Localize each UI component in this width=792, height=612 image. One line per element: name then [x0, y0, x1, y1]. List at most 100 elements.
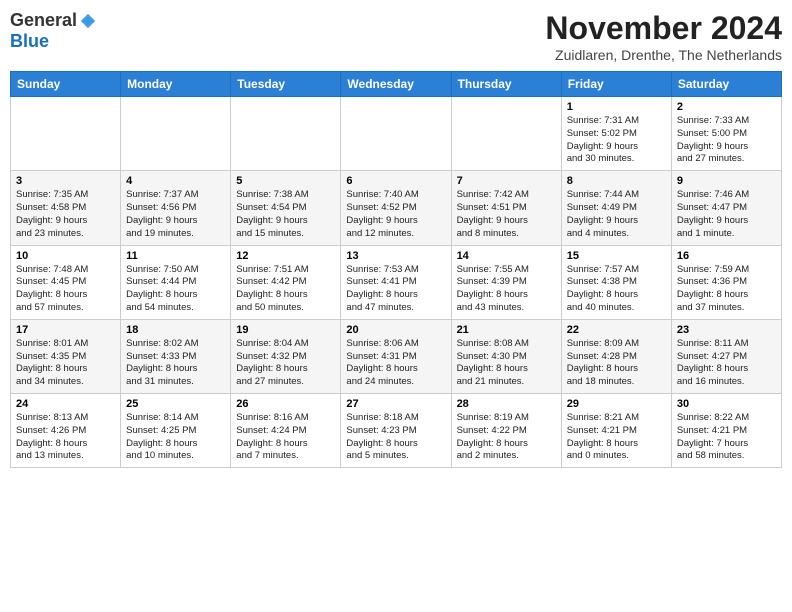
- day-number: 24: [16, 398, 115, 410]
- day-info: Sunrise: 8:14 AM Sunset: 4:25 PM Dayligh…: [126, 412, 225, 463]
- day-number: 11: [126, 250, 225, 262]
- calendar-cell: [11, 97, 121, 171]
- day-info: Sunrise: 7:42 AM Sunset: 4:51 PM Dayligh…: [457, 189, 556, 240]
- calendar-cell: 11 Sunrise: 7:50 AM Sunset: 4:44 PM Dayli…: [121, 245, 231, 319]
- calendar-cell: 27Sunrise: 8:18 AM Sunset: 4:23 PM Dayli…: [341, 394, 451, 468]
- col-header-saturday: Saturday: [671, 72, 781, 97]
- day-info: Sunrise: 7:53 AM Sunset: 4:41 PM Dayligh…: [346, 264, 445, 315]
- day-number: 1: [567, 101, 666, 113]
- day-info: Sunrise: 8:18 AM Sunset: 4:23 PM Dayligh…: [346, 412, 445, 463]
- day-number: 15: [567, 250, 666, 262]
- day-info: Sunrise: 7:50 AM Sunset: 4:44 PM Dayligh…: [126, 264, 225, 315]
- calendar-cell: 17 Sunrise: 8:01 AM Sunset: 4:35 PM Dayli…: [11, 319, 121, 393]
- day-info: Sunrise: 7:46 AM Sunset: 4:47 PM Dayligh…: [677, 189, 776, 240]
- day-info: Sunrise: 8:13 AM Sunset: 4:26 PM Dayligh…: [16, 412, 115, 463]
- week-row-2: 3Sunrise: 7:35 AM Sunset: 4:58 PM Daylig…: [11, 171, 782, 245]
- day-info: Sunrise: 7:33 AM Sunset: 5:00 PM Dayligh…: [677, 115, 776, 166]
- day-info: Sunrise: 7:38 AM Sunset: 4:54 PM Dayligh…: [236, 189, 335, 240]
- day-number: 26: [236, 398, 335, 410]
- week-row-4: 17 Sunrise: 8:01 AM Sunset: 4:35 PM Dayli…: [11, 319, 782, 393]
- calendar-cell: 10 Sunrise: 7:48 AM Sunset: 4:45 PM Dayli…: [11, 245, 121, 319]
- week-row-1: 1 Sunrise: 7:31 AM Sunset: 5:02 PM Daylig…: [11, 97, 782, 171]
- day-number: 18: [126, 324, 225, 336]
- day-info: Sunrise: 8:01 AM Sunset: 4:35 PM Dayligh…: [16, 338, 115, 389]
- calendar-cell: 3Sunrise: 7:35 AM Sunset: 4:58 PM Daylig…: [11, 171, 121, 245]
- calendar-cell: 12 Sunrise: 7:51 AM Sunset: 4:42 PM Dayli…: [231, 245, 341, 319]
- calendar-cell: 18 Sunrise: 8:02 AM Sunset: 4:33 PM Dayli…: [121, 319, 231, 393]
- day-number: 29: [567, 398, 666, 410]
- day-info: Sunrise: 7:48 AM Sunset: 4:45 PM Dayligh…: [16, 264, 115, 315]
- calendar-cell: 8 Sunrise: 7:44 AM Sunset: 4:49 PM Daylig…: [561, 171, 671, 245]
- calendar-header-row: SundayMondayTuesdayWednesdayThursdayFrid…: [11, 72, 782, 97]
- day-number: 22: [567, 324, 666, 336]
- day-info: Sunrise: 8:02 AM Sunset: 4:33 PM Dayligh…: [126, 338, 225, 389]
- day-number: 20: [346, 324, 445, 336]
- day-number: 25: [126, 398, 225, 410]
- col-header-sunday: Sunday: [11, 72, 121, 97]
- calendar-cell: 7Sunrise: 7:42 AM Sunset: 4:51 PM Daylig…: [451, 171, 561, 245]
- day-info: Sunrise: 7:51 AM Sunset: 4:42 PM Dayligh…: [236, 264, 335, 315]
- week-row-5: 24 Sunrise: 8:13 AM Sunset: 4:26 PM Dayli…: [11, 394, 782, 468]
- day-info: Sunrise: 8:21 AM Sunset: 4:21 PM Dayligh…: [567, 412, 666, 463]
- location-subtitle: Zuidlaren, Drenthe, The Netherlands: [545, 47, 782, 63]
- calendar-table: SundayMondayTuesdayWednesdayThursdayFrid…: [10, 71, 782, 468]
- day-number: 9: [677, 175, 776, 187]
- day-number: 2: [677, 101, 776, 113]
- day-number: 8: [567, 175, 666, 187]
- page-header: General Blue November 2024 Zuidlaren, Dr…: [10, 10, 782, 63]
- day-info: Sunrise: 7:59 AM Sunset: 4:36 PM Dayligh…: [677, 264, 776, 315]
- calendar-cell: 1 Sunrise: 7:31 AM Sunset: 5:02 PM Daylig…: [561, 97, 671, 171]
- day-info: Sunrise: 7:40 AM Sunset: 4:52 PM Dayligh…: [346, 189, 445, 240]
- day-number: 5: [236, 175, 335, 187]
- calendar-cell: [451, 97, 561, 171]
- day-info: Sunrise: 8:11 AM Sunset: 4:27 PM Dayligh…: [677, 338, 776, 389]
- day-info: Sunrise: 7:55 AM Sunset: 4:39 PM Dayligh…: [457, 264, 556, 315]
- day-info: Sunrise: 7:31 AM Sunset: 5:02 PM Dayligh…: [567, 115, 666, 166]
- calendar-cell: 6Sunrise: 7:40 AM Sunset: 4:52 PM Daylig…: [341, 171, 451, 245]
- day-number: 10: [16, 250, 115, 262]
- calendar-cell: 4Sunrise: 7:37 AM Sunset: 4:56 PM Daylig…: [121, 171, 231, 245]
- day-info: Sunrise: 8:09 AM Sunset: 4:28 PM Dayligh…: [567, 338, 666, 389]
- logo-icon: [79, 12, 97, 30]
- day-info: Sunrise: 8:19 AM Sunset: 4:22 PM Dayligh…: [457, 412, 556, 463]
- day-number: 23: [677, 324, 776, 336]
- day-number: 21: [457, 324, 556, 336]
- logo: General Blue: [10, 10, 97, 52]
- calendar-cell: 5 Sunrise: 7:38 AM Sunset: 4:54 PM Daylig…: [231, 171, 341, 245]
- calendar-cell: 19Sunrise: 8:04 AM Sunset: 4:32 PM Dayli…: [231, 319, 341, 393]
- day-info: Sunrise: 8:06 AM Sunset: 4:31 PM Dayligh…: [346, 338, 445, 389]
- logo-blue: Blue: [10, 31, 49, 52]
- col-header-thursday: Thursday: [451, 72, 561, 97]
- calendar-cell: 2 Sunrise: 7:33 AM Sunset: 5:00 PM Daylig…: [671, 97, 781, 171]
- day-info: Sunrise: 7:57 AM Sunset: 4:38 PM Dayligh…: [567, 264, 666, 315]
- day-number: 30: [677, 398, 776, 410]
- week-row-3: 10 Sunrise: 7:48 AM Sunset: 4:45 PM Dayli…: [11, 245, 782, 319]
- calendar-cell: 15 Sunrise: 7:57 AM Sunset: 4:38 PM Dayli…: [561, 245, 671, 319]
- calendar-cell: 22 Sunrise: 8:09 AM Sunset: 4:28 PM Dayli…: [561, 319, 671, 393]
- day-info: Sunrise: 8:04 AM Sunset: 4:32 PM Dayligh…: [236, 338, 335, 389]
- day-info: Sunrise: 7:44 AM Sunset: 4:49 PM Dayligh…: [567, 189, 666, 240]
- calendar-cell: [121, 97, 231, 171]
- day-info: Sunrise: 8:16 AM Sunset: 4:24 PM Dayligh…: [236, 412, 335, 463]
- day-info: Sunrise: 8:08 AM Sunset: 4:30 PM Dayligh…: [457, 338, 556, 389]
- col-header-monday: Monday: [121, 72, 231, 97]
- day-number: 12: [236, 250, 335, 262]
- calendar-cell: 30 Sunrise: 8:22 AM Sunset: 4:21 PM Dayli…: [671, 394, 781, 468]
- calendar-cell: 21 Sunrise: 8:08 AM Sunset: 4:30 PM Dayli…: [451, 319, 561, 393]
- col-header-wednesday: Wednesday: [341, 72, 451, 97]
- calendar-cell: 16Sunrise: 7:59 AM Sunset: 4:36 PM Dayli…: [671, 245, 781, 319]
- calendar-cell: 13Sunrise: 7:53 AM Sunset: 4:41 PM Dayli…: [341, 245, 451, 319]
- title-block: November 2024 Zuidlaren, Drenthe, The Ne…: [545, 10, 782, 63]
- calendar-cell: 26 Sunrise: 8:16 AM Sunset: 4:24 PM Dayli…: [231, 394, 341, 468]
- calendar-cell: 28 Sunrise: 8:19 AM Sunset: 4:22 PM Dayli…: [451, 394, 561, 468]
- calendar-cell: [341, 97, 451, 171]
- day-number: 14: [457, 250, 556, 262]
- calendar-cell: 20 Sunrise: 8:06 AM Sunset: 4:31 PM Dayli…: [341, 319, 451, 393]
- day-number: 17: [16, 324, 115, 336]
- day-number: 28: [457, 398, 556, 410]
- calendar-cell: 14 Sunrise: 7:55 AM Sunset: 4:39 PM Dayli…: [451, 245, 561, 319]
- day-info: Sunrise: 7:35 AM Sunset: 4:58 PM Dayligh…: [16, 189, 115, 240]
- day-info: Sunrise: 8:22 AM Sunset: 4:21 PM Dayligh…: [677, 412, 776, 463]
- col-header-tuesday: Tuesday: [231, 72, 341, 97]
- day-info: Sunrise: 7:37 AM Sunset: 4:56 PM Dayligh…: [126, 189, 225, 240]
